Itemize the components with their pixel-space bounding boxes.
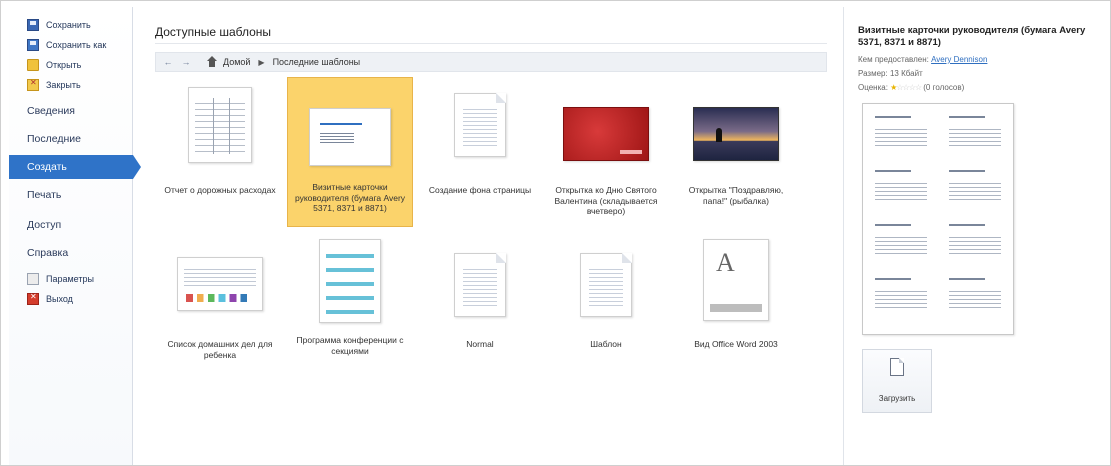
template-tile-normal[interactable]: Normal: [417, 235, 543, 385]
sidebar-item-info[interactable]: Сведения: [9, 99, 133, 123]
details-size: Размер: 13 Кбайт: [858, 69, 923, 78]
template-thumbnail: [188, 87, 252, 163]
details-provider: Кем предоставлен: Avery Dennison: [858, 55, 987, 64]
template-thumbnail: [177, 257, 263, 311]
details-title: Визитные карточки руководителя (бумага A…: [858, 25, 1086, 48]
app-window: Сохранить Сохранить как Открыть Закрыть …: [0, 0, 1111, 466]
template-thumbnail: [454, 253, 506, 317]
preview-card: [949, 116, 1005, 156]
template-tile-template[interactable]: Шаблон: [543, 235, 669, 385]
sidebar-item-help[interactable]: Справка: [9, 241, 133, 265]
template-label: Вид Office Word 2003: [694, 339, 778, 349]
sidebar-item-label: Печать: [27, 189, 62, 201]
letter-a-icon: A: [716, 248, 735, 277]
breadcrumb-home[interactable]: Домой: [223, 57, 250, 67]
size-value: 13 Кбайт: [889, 69, 923, 78]
preview-card: [949, 278, 1005, 318]
sidebar-item-open[interactable]: Открыть: [9, 55, 133, 75]
breadcrumb: ← → Домой ▶ Последние шаблоны: [155, 52, 827, 72]
preview-card: [875, 224, 931, 264]
template-details-pane: Визитные карточки руководителя (бумага A…: [843, 7, 1105, 465]
template-tile-conference-agenda[interactable]: Программа конференции с секциями: [287, 235, 413, 385]
rating-label: Оценка:: [858, 83, 888, 92]
download-label: Загрузить: [878, 394, 916, 403]
page-title: Доступные шаблоны: [155, 25, 272, 39]
sidebar-item-recent[interactable]: Последние: [9, 127, 133, 151]
sidebar-item-share[interactable]: Доступ: [9, 213, 133, 237]
provider-label: Кем предоставлен:: [858, 55, 929, 64]
templates-panel: Доступные шаблоны ← → Домой ▶ Последние …: [147, 7, 831, 465]
template-label: Шаблон: [590, 339, 622, 349]
exit-icon: [27, 292, 39, 305]
details-rating: Оценка: ★☆☆☆☆ (0 голосов): [858, 83, 964, 92]
sidebar-item-options[interactable]: Параметры: [9, 269, 133, 289]
template-label: Normal: [466, 339, 494, 349]
breadcrumb-separator: ▶: [258, 57, 265, 67]
template-label: Список домашних дел для ребенка: [167, 339, 273, 360]
sidebar-item-save-as[interactable]: Сохранить как: [9, 35, 133, 55]
sidebar-item-label: Последние: [27, 133, 82, 145]
close-file-icon: [27, 78, 39, 91]
template-label: Отчет о дорожных расходах: [164, 185, 276, 195]
template-tile-word-2003-look[interactable]: A Вид Office Word 2003: [673, 235, 799, 385]
sidebar-item-label: Создать: [27, 161, 67, 173]
template-thumbnail: A: [703, 239, 769, 321]
sidebar-item-label: Сохранить как: [46, 40, 107, 50]
template-tile-kids-chores[interactable]: Список домашних дел для ребенка: [157, 235, 283, 385]
forward-button[interactable]: →: [180, 57, 192, 67]
download-button[interactable]: Загрузить: [862, 349, 932, 413]
document-icon: [890, 358, 904, 376]
preview-card: [949, 170, 1005, 210]
template-thumbnail: [580, 253, 632, 317]
template-thumbnail: [454, 93, 506, 157]
sidebar-item-label: Открыть: [46, 60, 82, 70]
provider-link[interactable]: Avery Dennison: [931, 55, 987, 64]
rating-count: (0 голосов): [923, 83, 965, 92]
template-label: Создание фона страницы: [428, 185, 532, 195]
template-tile-fathers-day-card[interactable]: Открытка "Поздравляю, папа!" (рыбалка): [673, 77, 799, 227]
options-icon: [27, 273, 39, 285]
star-icon: ☆☆☆☆: [896, 83, 922, 92]
sidebar-item-close[interactable]: Закрыть: [9, 75, 133, 95]
divider: [155, 43, 827, 44]
preview-card: [875, 170, 931, 210]
rating-stars[interactable]: ★☆☆☆☆: [890, 83, 922, 92]
save-as-icon: [27, 39, 39, 51]
preview-card: [949, 224, 1005, 264]
open-folder-icon: [27, 59, 39, 71]
template-thumbnail: [563, 107, 649, 161]
template-thumbnail: [693, 107, 779, 161]
save-icon: [27, 19, 39, 31]
template-label: Визитные карточки руководителя (бумага A…: [294, 182, 406, 213]
template-thumbnail: [309, 108, 391, 166]
sidebar-item-label: Сохранить: [46, 20, 91, 30]
sidebar-item-exit[interactable]: Выход: [9, 289, 133, 309]
preview-card: [875, 278, 931, 318]
template-label: Открытка ко Дню Святого Валентина (склад…: [554, 185, 658, 216]
template-thumbnail: [319, 239, 381, 323]
preview-card: [875, 116, 931, 156]
sidebar-item-label: Доступ: [27, 219, 62, 231]
template-tile-business-cards[interactable]: Визитные карточки руководителя (бумага A…: [287, 77, 413, 227]
template-label: Программа конференции с секциями: [296, 335, 404, 356]
size-label: Размер:: [858, 69, 888, 78]
home-icon[interactable]: [206, 56, 218, 68]
template-tile-travel-report[interactable]: Отчет о дорожных расходах: [157, 77, 283, 227]
back-button[interactable]: ←: [162, 57, 174, 67]
sidebar-item-label: Закрыть: [46, 80, 81, 90]
sidebar-item-label: Сведения: [27, 105, 75, 117]
sidebar-item-label: Справка: [27, 247, 69, 259]
breadcrumb-current: Последние шаблоны: [272, 57, 361, 67]
sidebar-item-label: Выход: [46, 294, 73, 304]
template-label: Открытка "Поздравляю, папа!" (рыбалка): [688, 185, 784, 206]
template-tile-page-background[interactable]: Создание фона страницы: [417, 77, 543, 227]
sidebar-item-new[interactable]: Создать: [9, 155, 141, 179]
sidebar-item-label: Параметры: [46, 274, 94, 284]
template-preview: [862, 103, 1014, 335]
sidebar-item-print[interactable]: Печать: [9, 183, 133, 207]
sidebar-item-save[interactable]: Сохранить: [9, 15, 133, 35]
template-tile-valentine-card[interactable]: Открытка ко Дню Святого Валентина (склад…: [543, 77, 669, 227]
backstage-sidebar: Сохранить Сохранить как Открыть Закрыть …: [9, 7, 141, 465]
